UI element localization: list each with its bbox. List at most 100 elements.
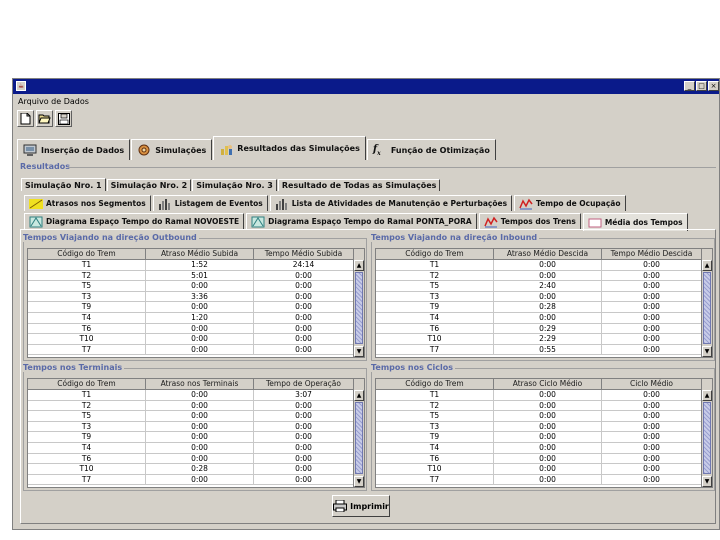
column-header[interactable]: Tempo Médio Subida: [254, 249, 354, 259]
table-row[interactable]: T9 0:28 0:00: [376, 302, 712, 313]
scroll-down-icon[interactable]: ▼: [354, 476, 364, 487]
vertical-scrollbar[interactable]: ▲ ▼: [701, 249, 712, 357]
terminals-table[interactable]: Código do Trem Atraso nos Terminais Tempo …: [27, 378, 365, 488]
column-header[interactable]: Código do Trem: [28, 379, 146, 389]
tab-simulacao-2[interactable]: Simulação Nro. 2: [106, 179, 192, 191]
scroll-up-icon[interactable]: ▲: [354, 390, 364, 401]
table-row[interactable]: T6 0:00 0:00: [376, 453, 712, 465]
table-row[interactable]: T6 0:29 0:00: [376, 323, 712, 335]
table-row[interactable]: T7 0:00 0:00: [28, 344, 364, 356]
scrollbar-thumb[interactable]: [703, 402, 711, 474]
table-cell: T7: [376, 344, 494, 355]
table-row[interactable]: T10 0:00 0:00: [376, 464, 712, 475]
close-icon[interactable]: ×: [708, 81, 719, 91]
print-button[interactable]: Imprimir: [332, 495, 390, 517]
column-header[interactable]: Atraso Médio Descida: [494, 249, 602, 259]
column-header[interactable]: Tempo de Operação: [254, 379, 354, 389]
cycles-table[interactable]: Código do Trem Atraso Ciclo Médio Ciclo Mé…: [375, 378, 713, 488]
table-row[interactable]: T4 0:00 0:00: [376, 312, 712, 324]
table-cell: 0:00: [146, 411, 254, 421]
minimize-icon[interactable]: _: [684, 81, 695, 91]
table-row[interactable]: T4 1:20 0:00: [28, 312, 364, 324]
table-row[interactable]: T5 0:00 0:00: [376, 411, 712, 422]
table-row[interactable]: T9 0:00 0:00: [28, 432, 364, 443]
table-row[interactable]: T1 0:00 3:07: [28, 390, 364, 401]
scrollbar-thumb[interactable]: [355, 402, 363, 474]
table-row[interactable]: T2 0:00 0:00: [28, 400, 364, 412]
table-cell: 0:00: [146, 334, 254, 344]
outbound-table[interactable]: Código do Trem Atraso Médio Subida Tempo M…: [27, 248, 365, 358]
table-row[interactable]: T6 0:00 0:00: [28, 453, 364, 465]
vertical-scrollbar[interactable]: ▲ ▼: [701, 379, 712, 487]
table-row[interactable]: T3 0:00 0:00: [376, 421, 712, 433]
scroll-up-icon[interactable]: ▲: [702, 390, 712, 401]
column-header[interactable]: Ciclo Médio: [602, 379, 702, 389]
table-row[interactable]: T4 0:00 0:00: [376, 442, 712, 454]
tab-todas-simulacoes[interactable]: Resultado de Todas as Simulações: [277, 179, 441, 191]
tab-diagrama-novoeste[interactable]: Diagrama Espaço Tempo do Ramal NOVOESTE: [24, 213, 245, 229]
tab-simulacao-3[interactable]: Simulação Nro. 3: [192, 179, 277, 191]
tab-tempos-dos-trens[interactable]: Tempos dos Trens: [478, 213, 581, 229]
scroll-up-icon[interactable]: ▲: [702, 260, 712, 271]
title-bar[interactable]: ☕ _ □ ×: [13, 79, 719, 94]
table-row[interactable]: T7 0:00 0:00: [376, 474, 712, 486]
table-row[interactable]: T10 2:29 0:00: [376, 334, 712, 345]
table-row[interactable]: T5 0:00 0:00: [28, 281, 364, 292]
column-header[interactable]: Atraso Ciclo Médio: [494, 379, 602, 389]
table-row[interactable]: T4 0:00 0:00: [28, 442, 364, 454]
table-row[interactable]: T2 0:00 0:00: [376, 400, 712, 412]
menu-arquivo-de-dados[interactable]: Arquivo de Dados: [18, 97, 89, 106]
table-row[interactable]: T10 0:28 0:00: [28, 464, 364, 475]
tab-resultados-das-simulacoes[interactable]: Resultados das Simulações: [213, 136, 366, 160]
new-file-icon[interactable]: [17, 110, 34, 127]
open-folder-icon[interactable]: [36, 110, 53, 127]
table-row[interactable]: T1 0:00 0:00: [376, 390, 712, 401]
column-header[interactable]: Código do Trem: [28, 249, 146, 259]
maximize-icon[interactable]: □: [696, 81, 707, 91]
table-row[interactable]: T2 5:01 0:00: [28, 270, 364, 282]
table-row[interactable]: T10 0:00 0:00: [28, 334, 364, 345]
scroll-down-icon[interactable]: ▼: [702, 346, 712, 357]
table-cell: 0:00: [254, 474, 354, 485]
tab-simulacoes[interactable]: Simulações: [131, 139, 213, 160]
table-row[interactable]: T1 0:00 0:00: [376, 260, 712, 271]
tab-listagem-de-eventos[interactable]: Listagem de Eventos: [152, 195, 268, 211]
tab-tempo-de-ocupacao[interactable]: Tempo de Ocupação: [514, 195, 626, 211]
column-header[interactable]: Tempo Médio Descida: [602, 249, 702, 259]
column-header[interactable]: Código do Trem: [376, 249, 494, 259]
table-row[interactable]: T3 3:36 0:00: [28, 291, 364, 303]
people-chart-icon: [219, 143, 233, 155]
cycles-title: Tempos nos Ciclos: [371, 363, 456, 372]
table-row[interactable]: T9 0:00 0:00: [376, 432, 712, 443]
table-cell: 0:00: [602, 291, 702, 302]
scroll-up-icon[interactable]: ▲: [354, 260, 364, 271]
column-header[interactable]: Atraso nos Terminais: [146, 379, 254, 389]
table-row[interactable]: T7 0:55 0:00: [376, 344, 712, 356]
table-row[interactable]: T7 0:00 0:00: [28, 474, 364, 486]
table-row[interactable]: T3 0:00 0:00: [376, 291, 712, 303]
scrollbar-thumb[interactable]: [703, 272, 711, 344]
column-header[interactable]: Atraso Médio Subida: [146, 249, 254, 259]
scroll-down-icon[interactable]: ▼: [354, 346, 364, 357]
table-row[interactable]: T9 0:00 0:00: [28, 302, 364, 313]
tab-insercao-de-dados[interactable]: Inserção de Dados: [17, 139, 131, 160]
scroll-down-icon[interactable]: ▼: [702, 476, 712, 487]
table-row[interactable]: T2 0:00 0:00: [376, 270, 712, 282]
tab-diagrama-ponta-pora[interactable]: Diagrama Espaço Tempo do Ramal PONTA_POR…: [246, 213, 477, 229]
column-header[interactable]: Código do Trem: [376, 379, 494, 389]
table-row[interactable]: T1 1:52 24:14: [28, 260, 364, 271]
tab-atrasos-nos-segmentos[interactable]: Atrasos nos Segmentos: [24, 195, 151, 211]
table-row[interactable]: T5 2:40 0:00: [376, 281, 712, 292]
table-row[interactable]: T6 0:00 0:00: [28, 323, 364, 335]
tab-funcao-de-otimizacao[interactable]: fx Função de Otimização: [366, 139, 496, 160]
table-cell: 0:00: [494, 400, 602, 411]
inbound-table[interactable]: Código do Trem Atraso Médio Descida Tempo …: [375, 248, 713, 358]
save-disk-icon[interactable]: [55, 110, 72, 127]
vertical-scrollbar[interactable]: ▲ ▼: [353, 249, 364, 357]
vertical-scrollbar[interactable]: ▲ ▼: [353, 379, 364, 487]
tab-lista-de-atividades[interactable]: Lista de Atividades de Manutenção e Pert…: [269, 195, 513, 211]
table-row[interactable]: T3 0:00 0:00: [28, 421, 364, 433]
table-row[interactable]: T5 0:00 0:00: [28, 411, 364, 422]
tab-simulacao-1[interactable]: Simulação Nro. 1: [21, 178, 106, 191]
scrollbar-thumb[interactable]: [355, 272, 363, 344]
